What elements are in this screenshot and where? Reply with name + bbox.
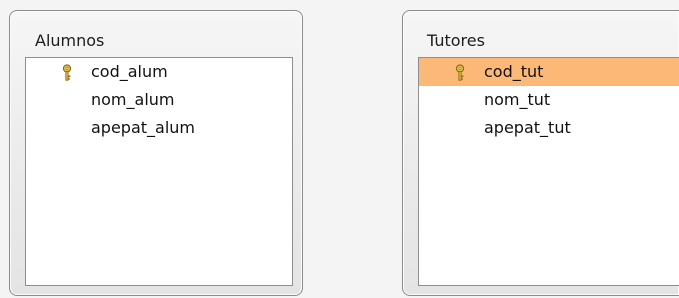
table-title: Alumnos [35, 31, 105, 50]
table-title: Tutores [427, 31, 485, 50]
field-row-apepat-alum[interactable]: apepat_alum [26, 114, 292, 142]
field-name: nom_alum [91, 90, 175, 109]
field-name: apepat_alum [91, 118, 196, 137]
field-row-apepat-tut[interactable]: apepat_tut [419, 114, 679, 142]
field-name: cod_tut [484, 62, 544, 81]
field-row-cod-tut[interactable]: cod_tut [419, 58, 679, 86]
field-row-cod-alum[interactable]: cod_alum [26, 58, 292, 86]
field-name: nom_tut [484, 90, 551, 109]
field-name: apepat_tut [484, 118, 571, 137]
key-icon [61, 63, 73, 81]
field-row-nom-alum[interactable]: nom_alum [26, 86, 292, 114]
table-window-tutores[interactable]: Tutores cod_tut nom_tut apepat_tut [402, 10, 679, 296]
table-window-alumnos[interactable]: Alumnos cod_alum nom_alum apepat_alum [9, 10, 303, 296]
field-list[interactable]: cod_tut nom_tut apepat_tut [418, 57, 679, 286]
field-name: cod_alum [91, 62, 168, 81]
field-list[interactable]: cod_alum nom_alum apepat_alum [25, 57, 293, 286]
field-row-nom-tut[interactable]: nom_tut [419, 86, 679, 114]
key-icon [454, 63, 466, 81]
